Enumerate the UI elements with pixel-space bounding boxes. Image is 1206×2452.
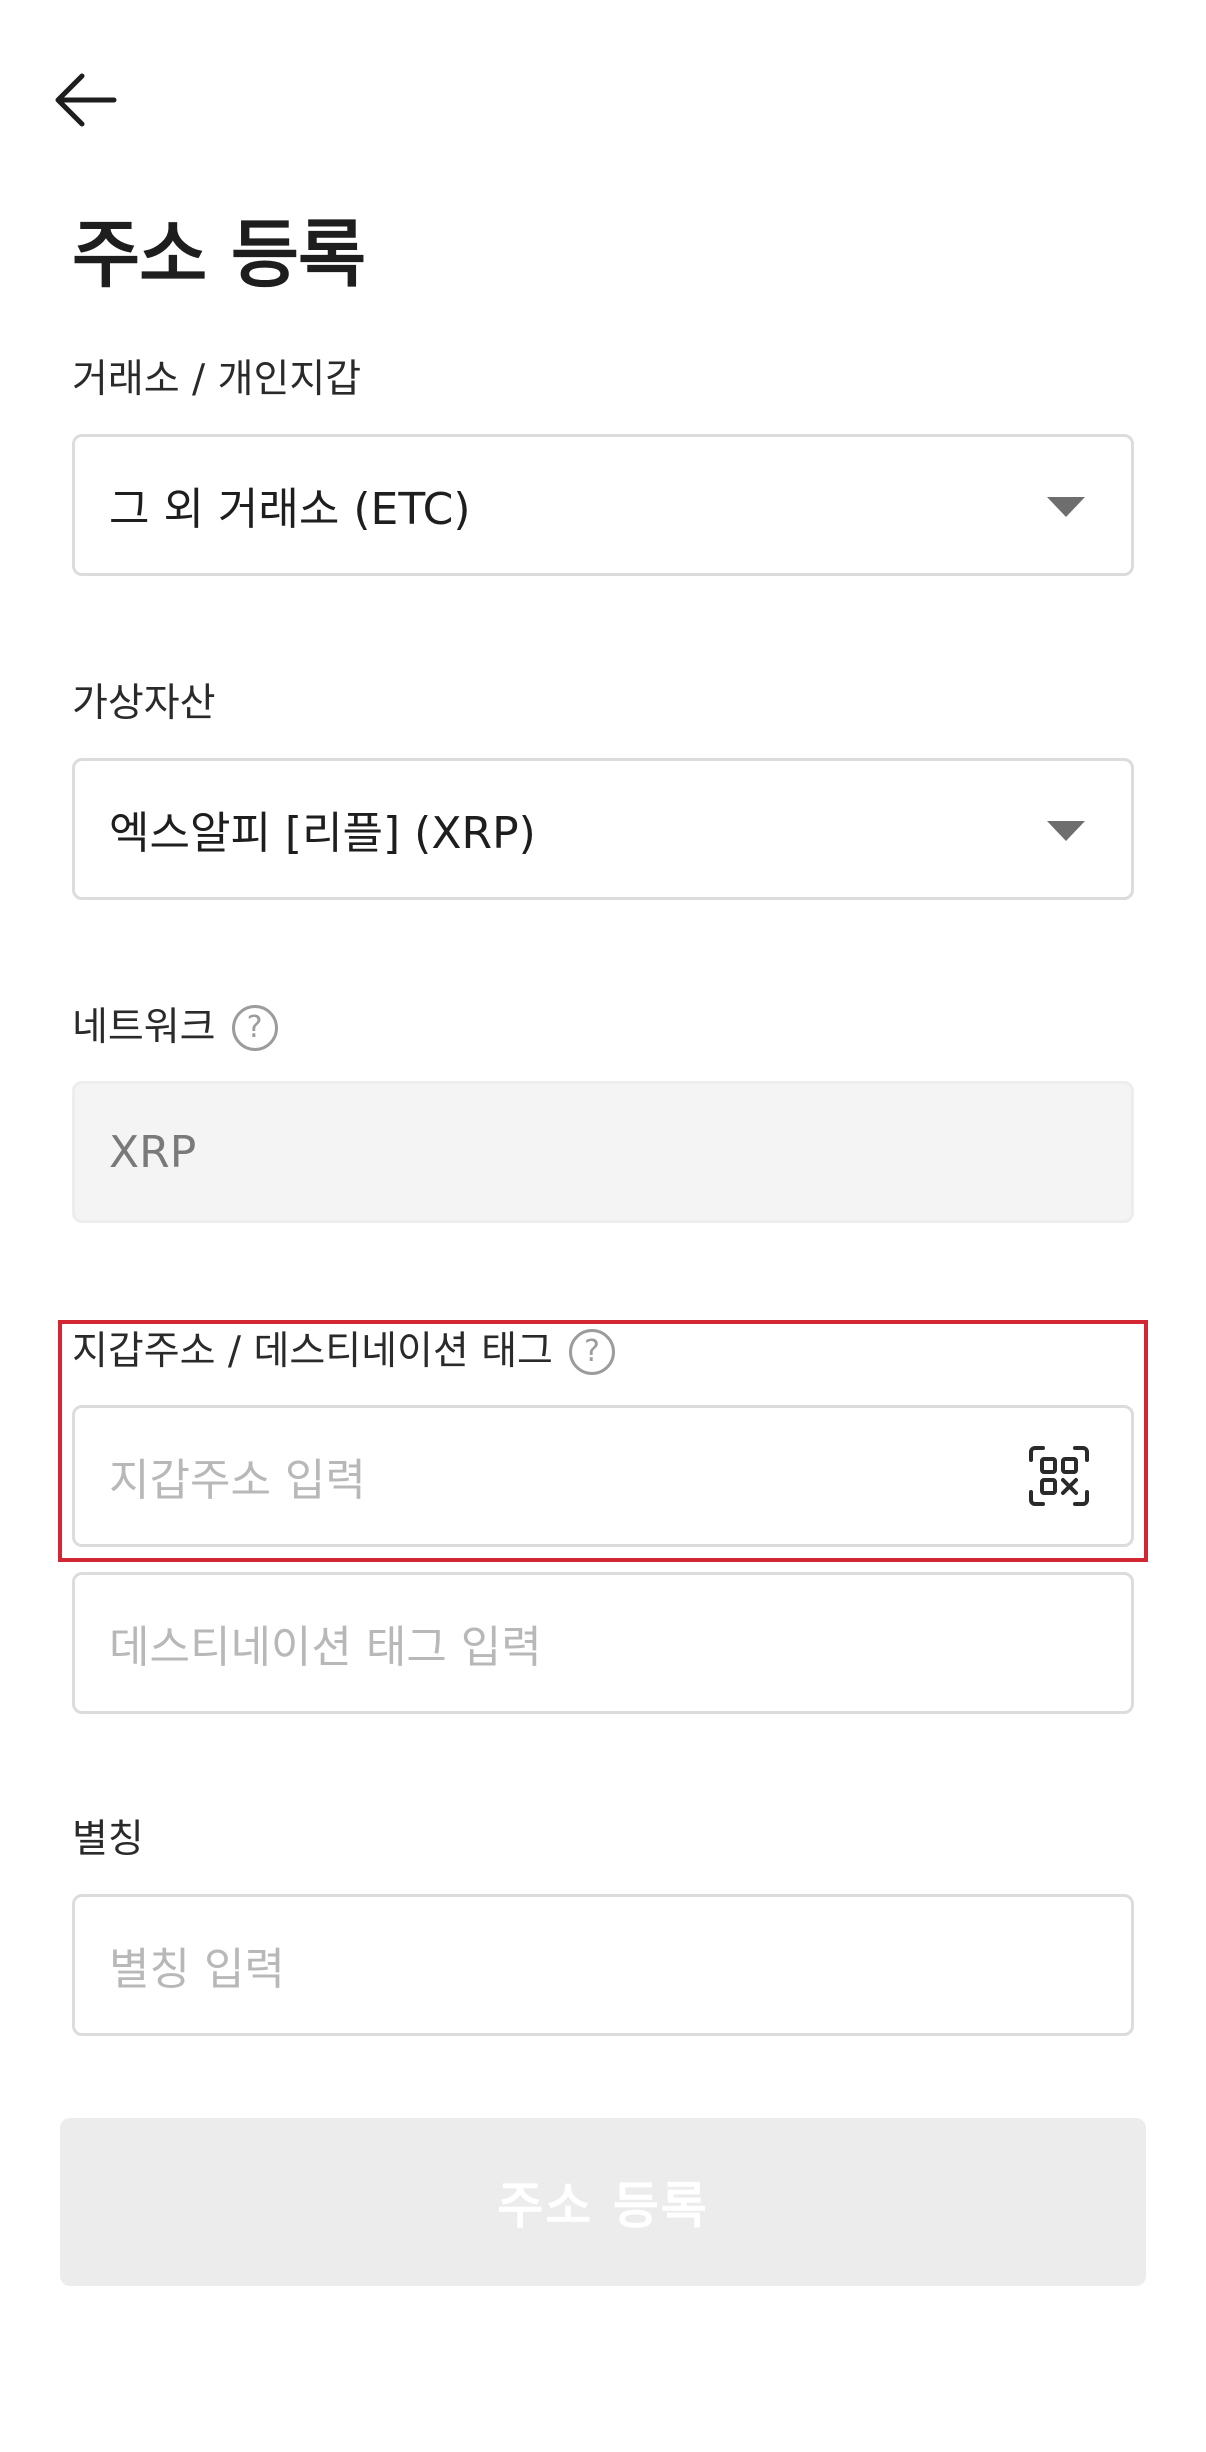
network-label: 네트워크 ?	[72, 1000, 278, 1056]
destination-tag-input[interactable]: 데스티네이션 태그 입력	[72, 1572, 1134, 1714]
back-button[interactable]	[40, 60, 130, 140]
network-field-value: XRP	[109, 1126, 197, 1178]
asset-label-text: 가상자산	[72, 681, 216, 726]
caret-down-icon	[1047, 821, 1085, 841]
question-circle-icon[interactable]: ?	[568, 1329, 615, 1375]
qr-scan-icon[interactable]	[1027, 1444, 1091, 1508]
network-field: XRP	[72, 1081, 1134, 1223]
page-title: 주소 등록	[72, 212, 366, 298]
alias-placeholder: 별칭 입력	[109, 1944, 285, 1995]
caret-down-icon	[1047, 497, 1085, 517]
wallet-label: 지갑주소 / 데스티네이션 태그 ?	[72, 1324, 615, 1380]
alias-label: 별칭	[72, 1812, 144, 1868]
exchange-select-value: 그 외 거래소 (ETC)	[109, 484, 471, 535]
register-address-button-label: 주소 등록	[497, 2177, 709, 2235]
wallet-label-text: 지갑주소 / 데스티네이션 태그	[72, 1329, 553, 1374]
asset-label: 가상자산	[72, 676, 216, 732]
register-address-button[interactable]: 주소 등록	[60, 2118, 1146, 2286]
exchange-label-text: 거래소 / 개인지갑	[72, 357, 362, 402]
destination-tag-placeholder: 데스티네이션 태그 입력	[109, 1622, 542, 1673]
asset-select[interactable]: 엑스알피 [리플] (XRP)	[72, 758, 1134, 900]
exchange-label: 거래소 / 개인지갑	[72, 352, 361, 408]
asset-select-value: 엑스알피 [리플] (XRP)	[109, 808, 536, 859]
alias-label-text: 별칭	[72, 1817, 144, 1862]
arrow-left-icon	[55, 73, 117, 127]
alias-input[interactable]: 별칭 입력	[72, 1894, 1134, 2036]
wallet-address-placeholder: 지갑주소 입력	[109, 1455, 366, 1506]
network-label-text: 네트워크	[72, 1005, 216, 1050]
exchange-select[interactable]: 그 외 거래소 (ETC)	[72, 434, 1134, 576]
question-circle-icon[interactable]: ?	[231, 1005, 278, 1051]
wallet-address-input[interactable]: 지갑주소 입력	[72, 1405, 1134, 1547]
